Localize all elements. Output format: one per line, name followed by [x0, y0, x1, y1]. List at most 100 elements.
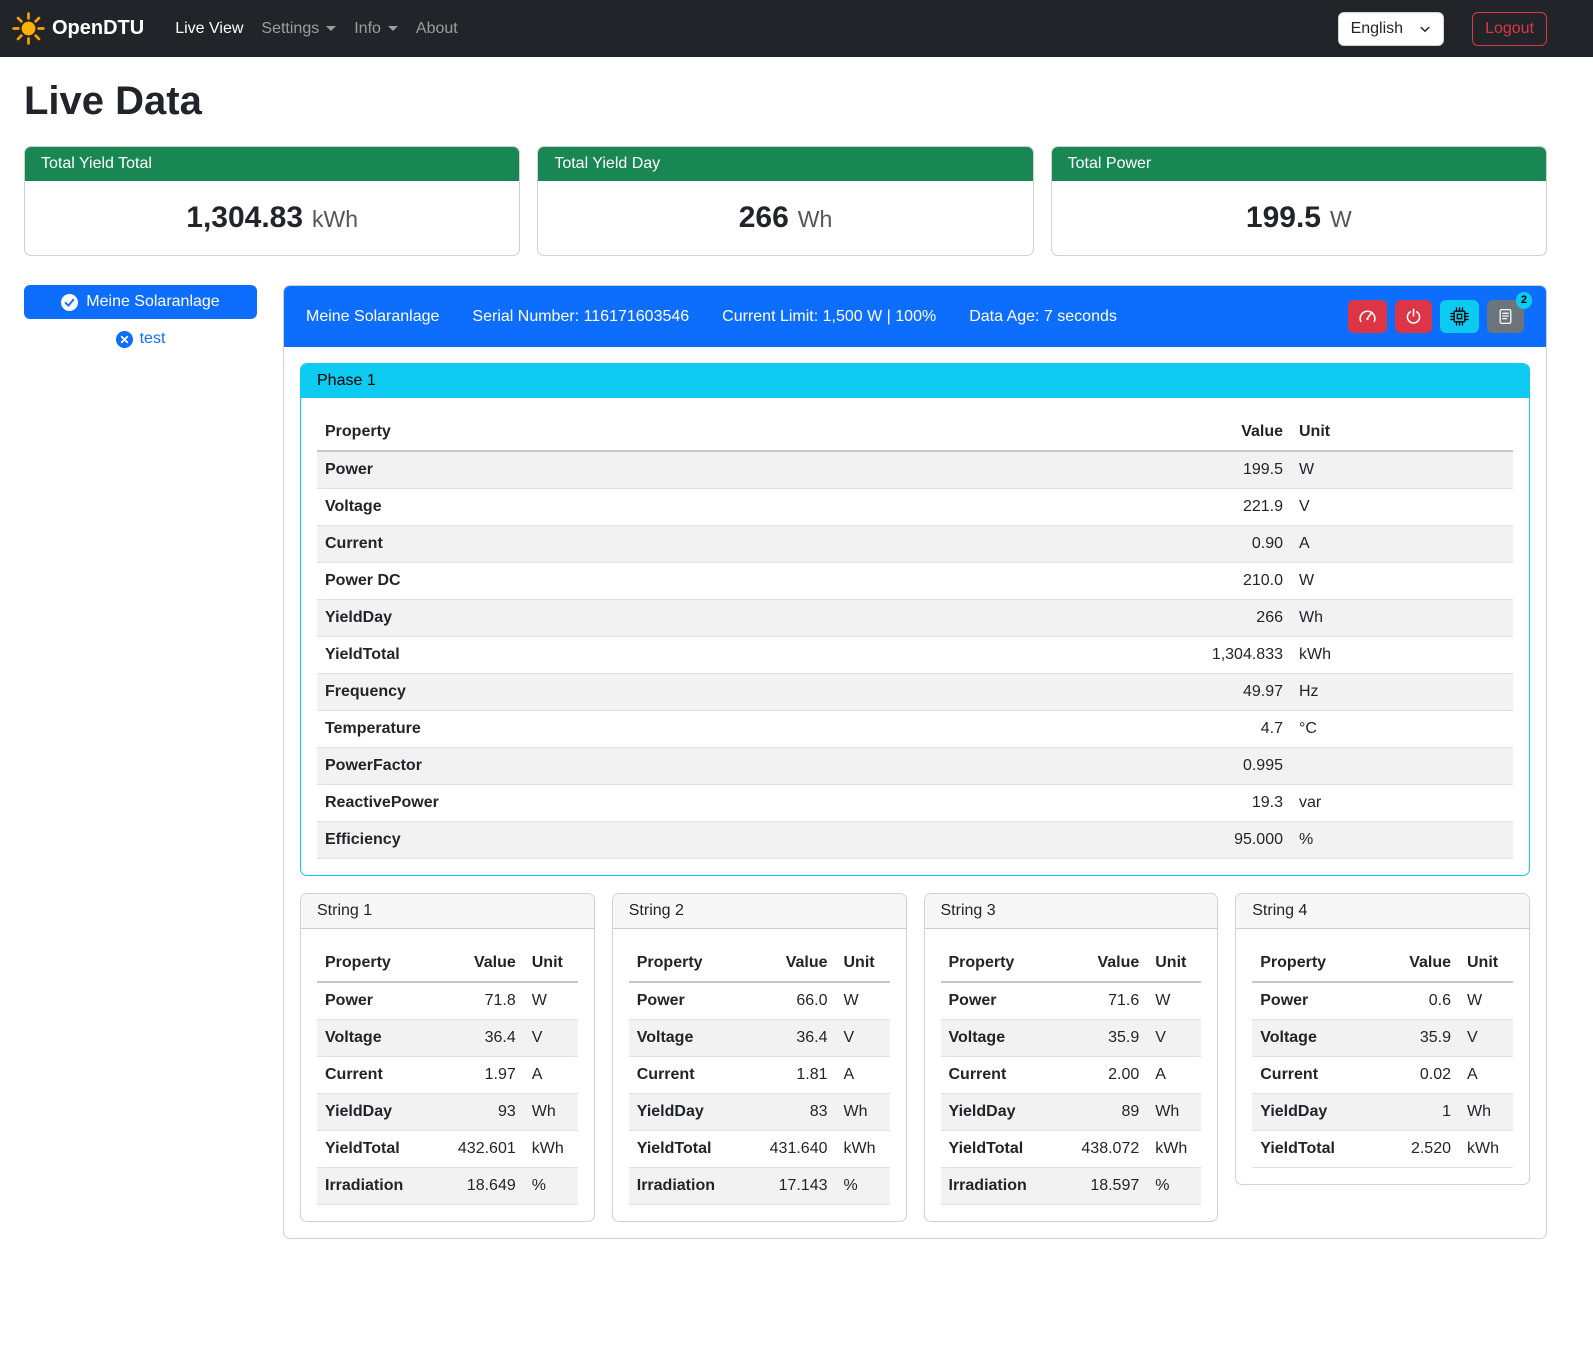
card-value-area: 266 Wh — [538, 181, 1032, 255]
string-table: Property Value Unit Power71.6WVoltage35.… — [941, 945, 1202, 1205]
string-card-title: String 1 — [301, 894, 594, 929]
cpu-icon — [1450, 307, 1469, 326]
unit-cell: A — [1291, 526, 1513, 563]
table-row: YieldDay83Wh — [629, 1094, 890, 1131]
inverter-limit: Current Limit: 1,500 W | 100% — [722, 308, 936, 326]
card-value: 199.5 — [1246, 201, 1321, 234]
phase-table-body: Power199.5WVoltage221.9VCurrent0.90APowe… — [317, 451, 1513, 859]
unit-cell: W — [836, 982, 890, 1020]
value-cell: 17.143 — [750, 1168, 836, 1205]
value-cell: 266 — [1171, 600, 1291, 637]
string-table: Property Value Unit Power71.8WVoltage36.… — [317, 945, 578, 1205]
nav-settings-label: Settings — [261, 20, 319, 38]
card-value: 266 — [739, 201, 789, 234]
property-cell: YieldTotal — [317, 1131, 438, 1168]
top-navbar: OpenDTU Live View Settings Info About En… — [0, 0, 1593, 57]
nav-item-settings[interactable]: Settings — [252, 12, 345, 46]
property-cell: YieldDay — [317, 600, 1171, 637]
device-info-button[interactable] — [1440, 300, 1479, 333]
property-cell: Power — [941, 982, 1062, 1020]
phase-card-title: Phase 1 — [301, 364, 1529, 398]
table-header-row: Property Value Unit — [317, 945, 578, 982]
column-header-unit: Unit — [1147, 945, 1201, 982]
table-row: Power71.8W — [317, 982, 578, 1020]
card-title: Total Power — [1052, 147, 1546, 181]
sidebar-item-test[interactable]: test — [24, 330, 257, 348]
string-table: Property Value Unit Power0.6WVoltage35.9… — [1252, 945, 1513, 1168]
property-cell: PowerFactor — [317, 748, 1171, 785]
column-header-value: Value — [1061, 945, 1147, 982]
property-cell: YieldTotal — [629, 1131, 750, 1168]
table-header-row: Property Value Unit — [629, 945, 890, 982]
value-cell: 18.649 — [438, 1168, 524, 1205]
card-unit: Wh — [798, 206, 833, 232]
value-cell: 66.0 — [750, 982, 836, 1020]
unit-cell: A — [1147, 1057, 1201, 1094]
nav-item-info[interactable]: Info — [345, 12, 407, 46]
table-row: Efficiency95.000% — [317, 822, 1513, 859]
card-value: 1,304.83 — [186, 201, 303, 234]
string-table: Property Value Unit Power66.0WVoltage36.… — [629, 945, 890, 1205]
limit-settings-button[interactable] — [1348, 300, 1387, 333]
unit-cell: V — [1459, 1020, 1513, 1057]
column-header-property: Property — [317, 414, 1171, 451]
property-cell: Power — [317, 982, 438, 1020]
string-card-title: String 3 — [925, 894, 1218, 929]
property-cell: YieldDay — [317, 1094, 438, 1131]
table-row: ReactivePower19.3var — [317, 785, 1513, 822]
power-settings-button[interactable] — [1395, 300, 1432, 333]
column-header-unit: Unit — [1459, 945, 1513, 982]
event-log-button[interactable]: 2 — [1487, 300, 1524, 333]
value-cell: 49.97 — [1171, 674, 1291, 711]
column-header-property: Property — [629, 945, 750, 982]
string-card: String 1 Property Value Unit Power71.8WV… — [300, 893, 595, 1222]
unit-cell — [1291, 748, 1513, 785]
string-table-body: Power66.0WVoltage36.4VCurrent1.81AYieldD… — [629, 982, 890, 1205]
property-cell: YieldDay — [1252, 1094, 1373, 1131]
logout-button[interactable]: Logout — [1472, 12, 1547, 46]
value-cell: 36.4 — [438, 1020, 524, 1057]
table-header-row: Property Value Unit — [941, 945, 1202, 982]
property-cell: YieldTotal — [1252, 1131, 1373, 1168]
sidebar-item-meine-solaranlage[interactable]: Meine Solaranlage — [24, 285, 257, 319]
unit-cell: V — [1291, 489, 1513, 526]
brand-logo[interactable]: OpenDTU — [12, 12, 144, 45]
property-cell: YieldTotal — [317, 637, 1171, 674]
unit-cell: kWh — [1291, 637, 1513, 674]
table-row: Current1.97A — [317, 1057, 578, 1094]
inverter-panel-body: Phase 1 Property Value Unit Power199.5WV… — [284, 347, 1546, 1238]
unit-cell: % — [836, 1168, 890, 1205]
unit-cell: Wh — [836, 1094, 890, 1131]
phase-card: Phase 1 Property Value Unit Power199.5WV… — [300, 363, 1530, 876]
card-title: Total Yield Total — [25, 147, 519, 181]
x-circle-icon — [116, 331, 133, 348]
unit-cell: A — [1459, 1057, 1513, 1094]
table-row: Current0.02A — [1252, 1057, 1513, 1094]
table-row: Power66.0W — [629, 982, 890, 1020]
summary-cards-row: Total Yield Total 1,304.83kWh Total Yiel… — [24, 146, 1547, 256]
inverter-data-age: Data Age: 7 seconds — [969, 308, 1117, 326]
nav-item-about[interactable]: About — [407, 12, 467, 46]
phase-table: Property Value Unit Power199.5WVoltage22… — [317, 414, 1513, 859]
nav-links: Live View Settings Info About — [166, 12, 467, 46]
unit-cell: kWh — [1459, 1131, 1513, 1168]
nav-item-live-view[interactable]: Live View — [166, 12, 252, 46]
language-select[interactable]: English — [1338, 12, 1444, 46]
value-cell: 35.9 — [1061, 1020, 1147, 1057]
table-row: PowerFactor0.995 — [317, 748, 1513, 785]
column-header-value: Value — [438, 945, 524, 982]
property-cell: Voltage — [317, 489, 1171, 526]
table-row: Power71.6W — [941, 982, 1202, 1020]
property-cell: YieldDay — [629, 1094, 750, 1131]
value-cell: 89 — [1061, 1094, 1147, 1131]
table-row: YieldTotal431.640kWh — [629, 1131, 890, 1168]
table-row: YieldTotal2.520kWh — [1252, 1131, 1513, 1168]
inverter-panel: Meine Solaranlage Serial Number: 1161716… — [283, 285, 1547, 1239]
value-cell: 83 — [750, 1094, 836, 1131]
value-cell: 432.601 — [438, 1131, 524, 1168]
inverter-panel-header: Meine Solaranlage Serial Number: 1161716… — [284, 286, 1546, 347]
unit-cell: V — [1147, 1020, 1201, 1057]
card-value-area: 199.5W — [1052, 181, 1546, 255]
value-cell: 1.81 — [750, 1057, 836, 1094]
table-row: Current0.90A — [317, 526, 1513, 563]
